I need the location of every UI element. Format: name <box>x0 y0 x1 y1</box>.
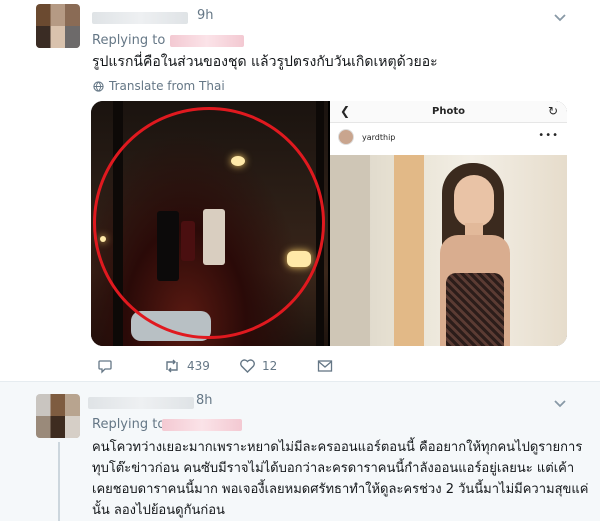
chevron-down-icon[interactable] <box>553 10 567 24</box>
highlight-circle <box>93 107 325 339</box>
like-count: 12 <box>262 359 278 373</box>
chevron-down-icon[interactable] <box>553 396 567 410</box>
photo-person-dress <box>446 273 504 346</box>
photo-door-panel <box>330 155 370 346</box>
tweet-text-line: เคยชอบดาราคนนี้มาก พอเจองี้เลยหมดศรัทธาท… <box>92 482 589 497</box>
translate-label[interactable]: Translate from Thai <box>109 79 225 93</box>
replying-to-handle-blurred[interactable] <box>170 35 244 47</box>
night-street-photo[interactable] <box>91 101 328 346</box>
tweet-card[interactable]: 9h Replying to รูปแรกนี่คือในส่วนของชุด … <box>0 0 600 382</box>
direct-message-action[interactable] <box>317 359 333 373</box>
retweet-icon[interactable] <box>163 358 181 374</box>
replying-to-label: Replying to <box>92 33 166 48</box>
tweet-text-line: ทุบโต๊ะข่าวก่อน คนซับมีราจไม่ได้บอกว่าละ… <box>92 461 575 476</box>
photo-door-panel <box>394 155 424 346</box>
heart-icon[interactable] <box>239 358 256 374</box>
tweet-timestamp[interactable]: 9h <box>197 8 214 23</box>
reply-icon[interactable] <box>97 358 113 374</box>
retweet-count: 439 <box>187 359 210 373</box>
like-action[interactable]: 12 <box>239 358 317 374</box>
instagram-avatar <box>338 129 354 145</box>
tweet-text: คนโควทว่างเยอะมากเพราะหยาดไม่มีละครออนแอ… <box>92 437 592 521</box>
tweet-text-line: คนโควทว่างเยอะมากเพราะหยาดไม่มีละครออนแอ… <box>92 440 583 455</box>
replying-to-handle-blurred[interactable] <box>162 419 242 431</box>
instagram-username: yardthip <box>362 132 396 142</box>
avatar[interactable] <box>36 394 80 438</box>
replying-to-label: Replying to <box>92 417 166 432</box>
author-name-blurred[interactable] <box>88 397 194 409</box>
thread-line <box>58 442 60 521</box>
globe-icon <box>93 80 104 92</box>
reply-action[interactable] <box>97 358 163 374</box>
instagram-screen-title: Photo <box>432 106 465 117</box>
instagram-header: ❮ Photo ↻ <box>330 101 567 123</box>
instagram-screenshot[interactable]: ❮ Photo ↻ yardthip ••• <box>330 101 567 346</box>
refresh-icon: ↻ <box>547 104 558 118</box>
envelope-icon[interactable] <box>317 359 333 373</box>
retweet-action[interactable]: 439 <box>163 358 239 374</box>
more-dots-icon: ••• <box>538 130 559 141</box>
translate-link[interactable]: Translate from Thai <box>93 79 225 93</box>
tweet-card[interactable]: 8h Replying to คนโควทว่างเยอะมากเพราะหยา… <box>0 382 600 521</box>
tweet-actions: 439 12 <box>97 358 333 374</box>
avatar[interactable] <box>36 4 80 48</box>
tweet-text-line: นั้น ลองไปย้อนดูกันก่อน <box>92 503 225 518</box>
tweet-media[interactable]: ❮ Photo ↻ yardthip ••• <box>91 101 567 346</box>
instagram-photo <box>330 155 567 346</box>
tweet-timestamp[interactable]: 8h <box>196 393 213 408</box>
photo-person-face <box>454 175 494 227</box>
instagram-user: yardthip <box>338 129 395 145</box>
tweet-text: รูปแรกนี่คือในส่วนของชุด แล้วรูปตรงกับวั… <box>92 54 438 70</box>
author-name-blurred[interactable] <box>92 12 188 24</box>
